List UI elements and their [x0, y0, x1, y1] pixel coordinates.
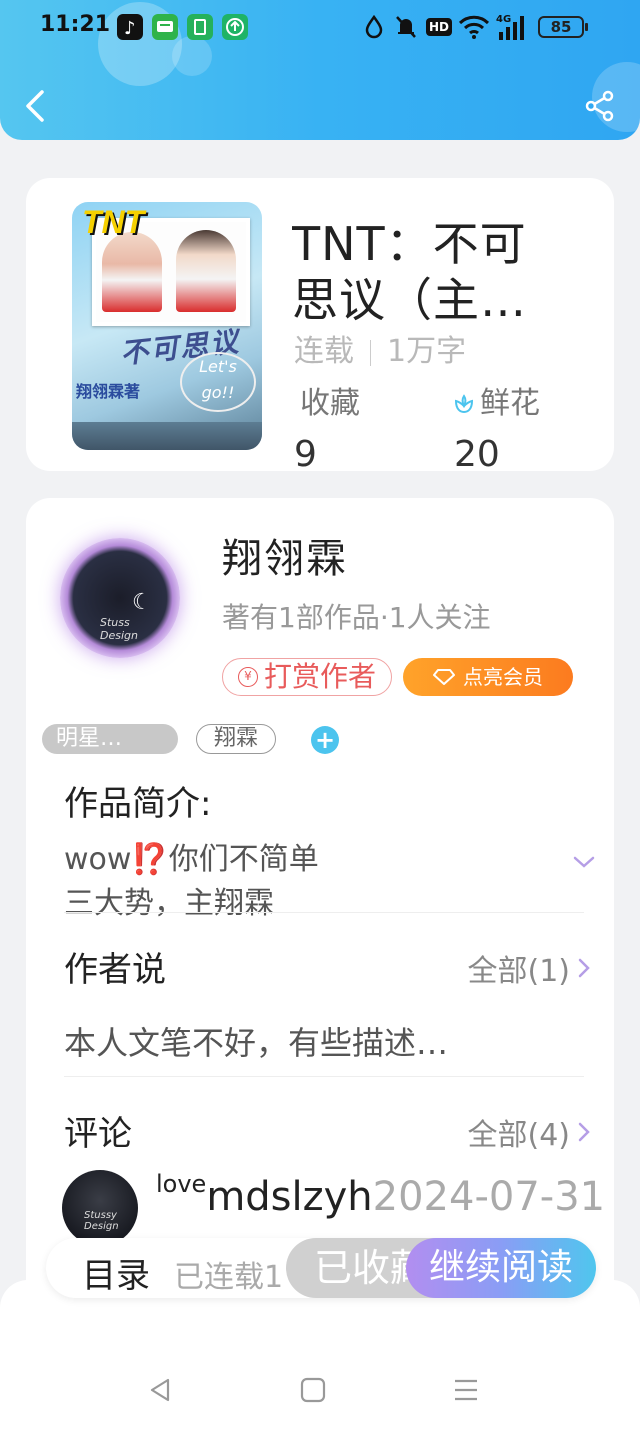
author-says-all-link[interactable]: 全部(1): [468, 946, 591, 990]
tag-chip[interactable]: 明星…: [42, 724, 178, 754]
commenter-name[interactable]: mdslzyh: [206, 1174, 372, 1220]
data-saver-icon: [364, 12, 384, 42]
word-count: 1万字: [387, 334, 467, 369]
comments-title: 评论: [64, 1114, 132, 1154]
flower-icon: [454, 394, 474, 414]
book-info-card: TNT 不可思议 Let's go!! 翔翎霖著 TNT：不可 思议（主… 连载…: [26, 178, 614, 475]
favorites-label: 收藏: [300, 386, 360, 421]
flowers-count: 20: [454, 434, 500, 475]
book-status-row: 连载 1万字: [294, 326, 466, 370]
app-badge-icon: [187, 14, 213, 40]
share-icon: [585, 90, 614, 122]
status-bar: 11:21 ♪ HD 4G 85: [0, 0, 640, 56]
comment-date: 2024-07-31: [372, 1174, 606, 1220]
update-icon: [222, 14, 248, 40]
svg-text:♪: ♪: [124, 18, 136, 39]
message-icon: [152, 14, 178, 40]
nav-back-icon[interactable]: [146, 1376, 174, 1404]
flowers-label-wrap: 鲜花: [452, 378, 540, 422]
author-avatar[interactable]: ☾ Stuss Design: [60, 538, 180, 658]
book-title: TNT：不可 思议（主…: [292, 217, 527, 327]
comments-all-link[interactable]: 全部(4): [468, 1110, 591, 1154]
favorites-count: 9: [294, 434, 317, 475]
hd-icon: HD: [426, 12, 453, 42]
divider: [64, 1076, 584, 1077]
reward-author-button[interactable]: ¥ 打赏作者: [222, 658, 392, 696]
cover-author-tag: 翔翎霖著: [76, 382, 141, 401]
expand-chevron-icon[interactable]: [572, 854, 596, 870]
author-says-title: 作者说: [64, 950, 166, 990]
battery-indicator: 85: [538, 16, 588, 38]
diamond-icon: [433, 669, 455, 685]
author-name[interactable]: 翔翎霖: [222, 526, 348, 584]
top-header: 11:21 ♪ HD 4G 85: [0, 0, 640, 140]
commenter-name-prefix: love: [156, 1170, 207, 1198]
chevron-right-icon: [578, 1122, 590, 1142]
author-meta: 著有1部作品·1人关注: [222, 601, 491, 634]
chevron-right-icon: [578, 958, 590, 978]
add-tag-button[interactable]: +: [311, 726, 339, 754]
reader-action-bar: 目录 已连载1 已收藏 继续阅读: [46, 1238, 596, 1298]
serial-status: 连载: [294, 334, 354, 369]
nav-home-icon[interactable]: [299, 1376, 327, 1404]
svg-text:4G: 4G: [496, 14, 511, 25]
nav-menu-icon[interactable]: [452, 1376, 480, 1404]
back-button[interactable]: [22, 88, 52, 124]
system-nav-bar: [0, 1280, 640, 1433]
status-time: 11:21: [40, 12, 111, 37]
serial-chapters: 已连载1: [174, 1260, 284, 1295]
cell-signal-icon: 4G: [496, 12, 532, 42]
back-chevron-icon: [26, 90, 44, 122]
mute-icon: [394, 12, 418, 42]
vip-button[interactable]: 点亮会员: [403, 658, 573, 696]
commenter-avatar[interactable]: Stussy Design: [62, 1170, 138, 1246]
wifi-icon: [458, 12, 490, 42]
cover-boat: [72, 422, 262, 450]
cover-letgo: Let's go!!: [180, 352, 256, 412]
moon-icon: ☾: [132, 590, 152, 615]
yen-icon: ¥: [237, 667, 258, 687]
author-says-text[interactable]: 本人文笔不好，有些描述…: [64, 1018, 448, 1064]
cover-logo: TNT: [82, 204, 145, 240]
book-cover[interactable]: TNT 不可思议 Let's go!! 翔翎霖著: [72, 202, 262, 450]
flowers-label: 鲜花: [480, 386, 540, 421]
comment-header: lovemdslzyh2024-07-31: [156, 1170, 605, 1220]
directory-button[interactable]: 目录: [82, 1248, 150, 1297]
share-button[interactable]: [584, 90, 616, 122]
continue-reading-button[interactable]: 继续阅读: [406, 1238, 596, 1298]
divider: [64, 912, 584, 913]
tiktok-icon: ♪: [117, 14, 143, 40]
intro-title: 作品简介:: [64, 784, 212, 824]
tag-chip[interactable]: 翔霖: [196, 724, 276, 754]
